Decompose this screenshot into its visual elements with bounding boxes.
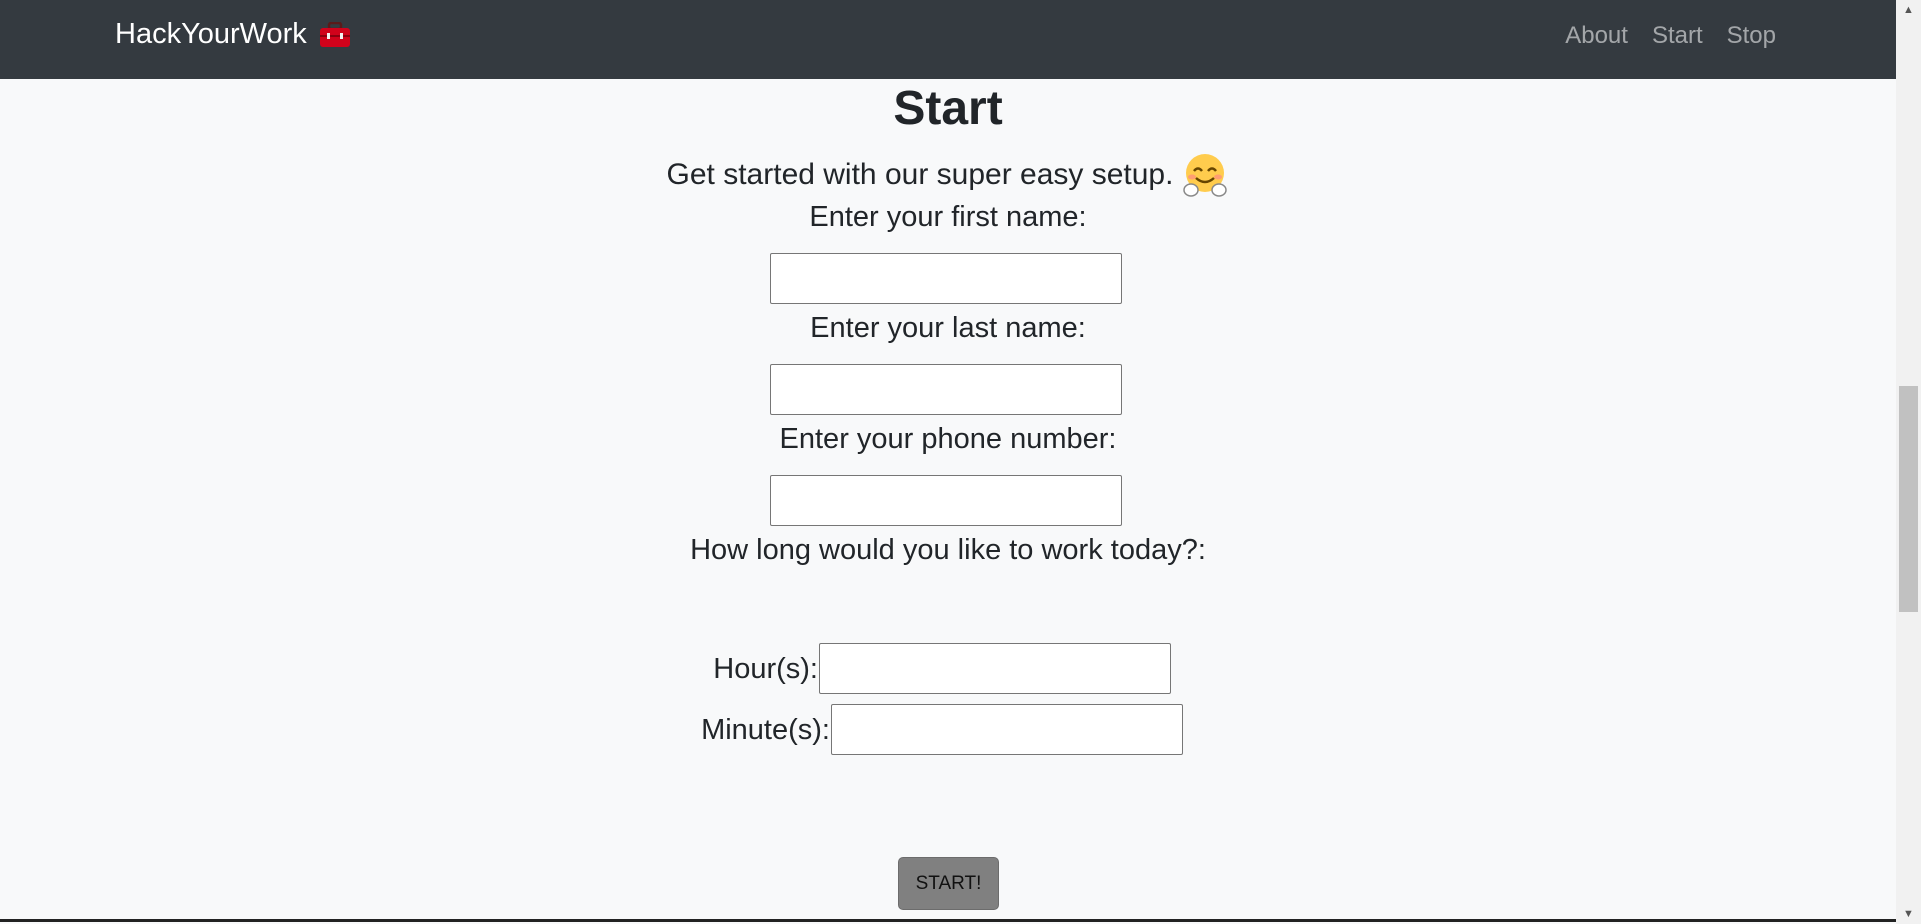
hours-label: Hour(s):: [713, 653, 818, 685]
last-name-input[interactable]: [770, 364, 1122, 415]
nav-link-about[interactable]: About: [1565, 22, 1628, 50]
page-title: Start: [893, 82, 1003, 135]
first-name-label: Enter your first name:: [809, 201, 1087, 233]
phone-input[interactable]: [770, 475, 1122, 526]
start-button[interactable]: START!: [898, 857, 999, 910]
vertical-scrollbar[interactable]: ▲ ▼: [1896, 0, 1921, 924]
main-content: Start Get started with our super easy se…: [0, 79, 1896, 919]
brand-name: HackYourWork: [115, 18, 307, 50]
scroll-down-arrow-icon[interactable]: ▼: [1896, 904, 1921, 924]
duration-label: How long would you like to work today?:: [690, 534, 1206, 566]
brand-link[interactable]: HackYourWork: [115, 18, 351, 51]
nav-link-stop[interactable]: Stop: [1727, 22, 1776, 50]
toolbox-icon: [319, 21, 351, 48]
scrollbar-thumb[interactable]: [1899, 386, 1918, 612]
nav-link-start[interactable]: Start: [1652, 22, 1703, 50]
last-name-label: Enter your last name:: [810, 312, 1086, 344]
first-name-input[interactable]: [770, 253, 1122, 304]
hugging-face-icon: [1181, 151, 1229, 199]
navbar: HackYourWork About Start Stop: [0, 0, 1896, 79]
minutes-label: Minute(s):: [701, 714, 830, 746]
subtitle-text: Get started with our super easy setup.: [666, 158, 1174, 191]
subtitle: Get started with our super easy setup.: [0, 151, 1896, 199]
bottom-border: [0, 919, 1896, 922]
hours-input[interactable]: [819, 643, 1171, 694]
nav-links: About Start Stop: [1565, 22, 1776, 50]
minutes-input[interactable]: [831, 704, 1183, 755]
scroll-up-arrow-icon[interactable]: ▲: [1896, 0, 1921, 20]
phone-label: Enter your phone number:: [779, 423, 1117, 455]
